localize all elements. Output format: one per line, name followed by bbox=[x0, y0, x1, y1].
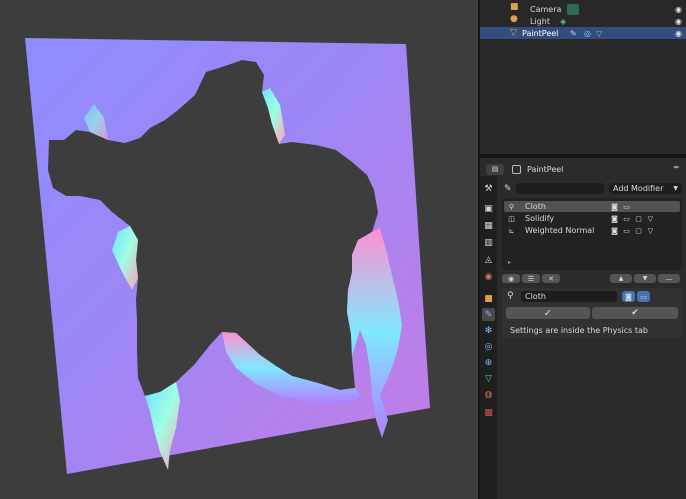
render-camera-icon[interactable]: ◙ bbox=[610, 202, 619, 211]
scene-tab-icon[interactable]: ◬ bbox=[482, 253, 495, 266]
modifier-item-label: Weighted Normal bbox=[525, 226, 595, 235]
outliner-row-paintpeel[interactable]: ▽ PaintPeel ✎ ◎ ▽ ◉ bbox=[480, 27, 686, 39]
tool-tab-icon[interactable]: ⚒ bbox=[482, 182, 495, 195]
constraints-tab-icon[interactable]: ⊕ bbox=[482, 356, 495, 369]
info-text: Settings are inside the Physics tab bbox=[510, 326, 648, 335]
camera-icon: ■ bbox=[510, 2, 519, 12]
light-data-icon: ◈ bbox=[560, 16, 567, 26]
viewport-monitor-icon[interactable]: ▭ bbox=[622, 202, 631, 211]
modifier-name-field[interactable]: Cloth bbox=[521, 291, 617, 302]
viewport-monitor-icon[interactable]: ▭ bbox=[622, 226, 631, 235]
eye-icon[interactable]: ◉ bbox=[675, 5, 682, 14]
modifier-item-weighted-normal[interactable]: ⊾ Weighted Normal ◙ ▭ ▢ ▽ bbox=[504, 225, 680, 236]
outliner-row-label: PaintPeel bbox=[522, 28, 559, 38]
list-order-toolbar: ▲ ▼ — bbox=[610, 274, 680, 283]
cloth-icon: ⚲ bbox=[508, 202, 515, 211]
view-layer-tab-icon[interactable]: ▥ bbox=[482, 236, 495, 249]
move-down-icon[interactable]: ▼ bbox=[634, 274, 656, 283]
outliner[interactable]: ■ Camera ◉ ● Light ◈ ◉ ▽ PaintPeel ✎ ◎ ▽… bbox=[480, 0, 686, 154]
pin-icon[interactable]: ✒ bbox=[673, 163, 680, 172]
mesh-data-icon: ▽ bbox=[596, 28, 603, 38]
minus-icon[interactable]: — bbox=[658, 274, 680, 283]
apply-as-shape-icon[interactable]: ✔ bbox=[592, 307, 678, 319]
editmode-icon[interactable]: ▢ bbox=[634, 214, 643, 223]
solidify-icon: ◫ bbox=[508, 214, 515, 223]
object-tab-icon[interactable]: ■ bbox=[482, 292, 495, 305]
render-tab-icon[interactable]: ▣ bbox=[482, 202, 495, 215]
add-modifier-dropdown[interactable]: Add Modifier ▼ bbox=[609, 183, 682, 194]
particles-tab-icon[interactable]: ✻ bbox=[482, 324, 495, 337]
show-icon[interactable]: ◉ bbox=[502, 274, 520, 283]
modifier-name-value: Cloth bbox=[525, 292, 546, 301]
properties-header: ▤ PaintPeel bbox=[486, 163, 563, 175]
modifier-item-label: Solidify bbox=[525, 214, 555, 223]
modifier-item-cloth[interactable]: ⚲ Cloth ◙ ▭ bbox=[504, 201, 680, 212]
editor-type-icon[interactable]: ▤ bbox=[486, 163, 504, 175]
texture-tab-icon[interactable]: ▩ bbox=[482, 406, 495, 419]
world-tab-icon[interactable]: ◉ bbox=[482, 270, 495, 283]
output-tab-icon[interactable]: ▦ bbox=[482, 219, 495, 232]
properties-editor[interactable]: ▤ PaintPeel ✒ ⚒ ▣ ▦ ▥ ◬ ◉ ■ ✎ ✻ ◎ ⊕ ▽ ◍ … bbox=[480, 158, 686, 499]
chevron-down-icon: ▼ bbox=[673, 185, 678, 192]
render-camera-icon[interactable]: ◙ bbox=[610, 214, 619, 223]
camera-data-icon bbox=[567, 3, 579, 15]
add-modifier-label: Add Modifier bbox=[613, 184, 664, 193]
wrench-icon: ✎ bbox=[570, 28, 577, 38]
paint-peel-render bbox=[25, 38, 430, 474]
eye-icon[interactable]: ◉ bbox=[675, 29, 682, 38]
mesh-icon: ▽ bbox=[510, 28, 517, 38]
remove-icon[interactable]: ✕ bbox=[542, 274, 560, 283]
list-resize-handle-icon[interactable]: ▸ bbox=[508, 259, 511, 266]
light-icon: ● bbox=[510, 14, 518, 24]
3d-viewport[interactable] bbox=[0, 0, 478, 499]
material-tab-icon[interactable]: ◍ bbox=[482, 388, 495, 401]
modifier-item-label: Cloth bbox=[525, 202, 546, 211]
outliner-row-label: Camera bbox=[530, 4, 562, 14]
viewport-monitor-icon[interactable]: ▭ bbox=[637, 291, 650, 302]
list-toolbar: ◉ ☰ ✕ bbox=[502, 274, 560, 283]
modifier-tab-icon[interactable]: ✎ bbox=[482, 308, 495, 321]
apply-icon[interactable]: ☰ bbox=[522, 274, 540, 283]
weighted-normal-icon: ⊾ bbox=[508, 226, 515, 235]
outliner-row-label: Light bbox=[530, 16, 550, 26]
move-up-icon[interactable]: ▲ bbox=[610, 274, 632, 283]
mesh-data-tab-icon[interactable]: ▽ bbox=[482, 372, 495, 385]
render-camera-icon[interactable]: ◙ bbox=[610, 226, 619, 235]
render-camera-icon[interactable]: ◙ bbox=[622, 291, 635, 302]
physics-icon: ◎ bbox=[584, 28, 591, 38]
physics-tab-icon[interactable]: ◎ bbox=[482, 340, 495, 353]
properties-tabs: ⚒ ▣ ▦ ▥ ◬ ◉ ■ ✎ ✻ ◎ ⊕ ▽ ◍ ▩ bbox=[480, 176, 497, 499]
outliner-row-light[interactable]: ● Light ◈ ◉ bbox=[480, 14, 686, 27]
eye-icon[interactable]: ◉ bbox=[675, 17, 682, 26]
on-cage-icon[interactable]: ▽ bbox=[646, 226, 655, 235]
object-icon bbox=[512, 164, 521, 174]
apply-check-icon[interactable]: ✓ bbox=[506, 307, 590, 319]
modifier-item-solidify[interactable]: ◫ Solidify ◙ ▭ ▢ ▽ bbox=[504, 213, 680, 224]
cloth-icon: ⚲ bbox=[507, 291, 514, 301]
wrench-icon: ✎ bbox=[504, 184, 512, 194]
modifier-search-input[interactable] bbox=[516, 183, 604, 194]
object-name-label: PaintPeel bbox=[527, 164, 564, 174]
viewport-monitor-icon[interactable]: ▭ bbox=[622, 214, 631, 223]
on-cage-icon[interactable]: ▽ bbox=[646, 214, 655, 223]
editmode-icon[interactable]: ▢ bbox=[634, 226, 643, 235]
